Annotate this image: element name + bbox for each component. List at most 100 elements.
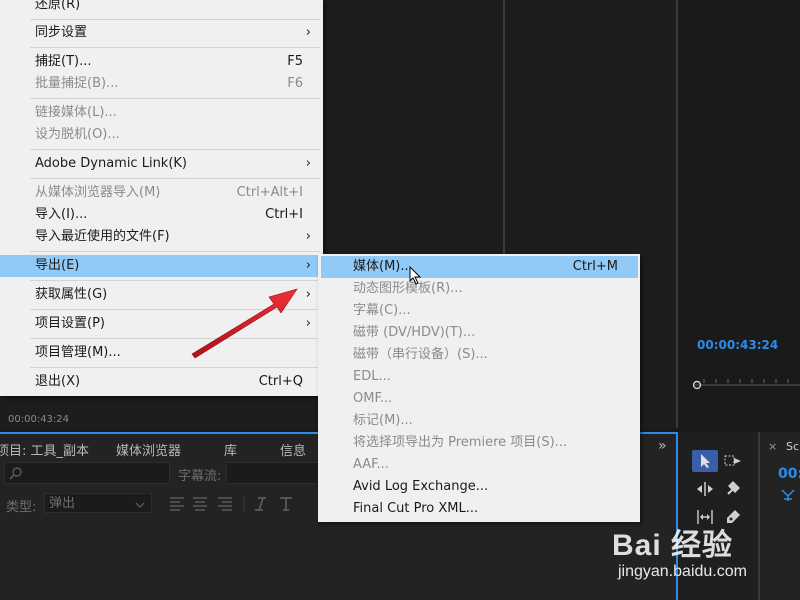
align-center-icon: [193, 497, 207, 511]
chevron-down-icon: [135, 502, 145, 508]
chevron-right-icon: ›: [305, 156, 311, 171]
program-timecode[interactable]: 00:00:43:24: [697, 338, 778, 352]
menu-separator: [30, 338, 320, 339]
menu-item-label: 导入最近使用的文件(F): [35, 229, 170, 244]
menu-item-export[interactable]: 导出(E) ›: [0, 255, 323, 277]
project-search-input[interactable]: [4, 462, 170, 484]
tab-scripts[interactable]: Scr: [786, 440, 800, 453]
menu-item-capture[interactable]: 捕捉(T)... F5: [0, 51, 323, 73]
selection-tool[interactable]: [692, 450, 718, 472]
italic-icon: [255, 497, 266, 511]
menu-separator: [30, 98, 320, 99]
menu-item-label: 设为脱机(O)...: [35, 127, 120, 142]
menu-item-avid-log-exchange[interactable]: Avid Log Exchange...: [318, 476, 636, 498]
menu-item-edl: EDL...: [318, 366, 636, 388]
menu-item-label: 项目管理(M)...: [35, 345, 121, 360]
align-right-icon: [218, 497, 232, 511]
menu-item-export-media[interactable]: 媒体(M)... Ctrl+M: [321, 256, 638, 278]
tab-media-browser[interactable]: 媒体浏览器: [116, 440, 181, 459]
type-select[interactable]: 弹出: [44, 493, 152, 513]
razor-icon: [727, 481, 740, 495]
menu-item-captions: 字幕(C)...: [318, 300, 636, 322]
text-style-icon: [280, 497, 292, 511]
close-icon[interactable]: ×: [768, 440, 777, 453]
menu-separator: [30, 251, 320, 252]
menu-item-shortcut: Ctrl+I: [265, 207, 303, 222]
ripple-edit-tool[interactable]: [692, 478, 718, 500]
menu-item-markers: 标记(M)...: [318, 410, 636, 432]
arrow-pointer-icon: [701, 454, 710, 468]
chevron-right-icon: ›: [305, 229, 311, 244]
menu-item-label: 从媒体浏览器导入(M): [35, 185, 161, 200]
menu-item-label: 导入(I)...: [35, 207, 88, 222]
menu-separator: [30, 149, 320, 150]
menu-item-label: 还原(R): [35, 0, 81, 12]
razor-tool[interactable]: [720, 478, 746, 500]
caption-stream-select[interactable]: [226, 462, 328, 484]
menu-item-label: 磁带 (DV/HDV)(T)...: [353, 325, 476, 340]
menu-item-get-properties[interactable]: 获取属性(G) ›: [0, 284, 323, 306]
menu-item-label: 导出(E): [35, 258, 80, 273]
ripple-edit-icon: [697, 482, 713, 496]
menu-item-label: 将选择项导出为 Premiere 项目(S)...: [353, 435, 568, 450]
menu-item-final-cut-pro-xml[interactable]: Final Cut Pro XML...: [318, 498, 636, 520]
sequence-timecode[interactable]: 00:: [778, 466, 800, 482]
tab-project[interactable]: 项目: 工具_副本: [0, 440, 89, 459]
menu-item-label: 动态图形模板(R)...: [353, 281, 463, 296]
menu-item-project-manager[interactable]: 项目管理(M)...: [0, 342, 323, 364]
panel-overflow-icon[interactable]: »: [658, 438, 667, 454]
menu-separator: [30, 47, 320, 48]
menu-item-project-settings[interactable]: 项目设置(P) ›: [0, 313, 323, 335]
menu-item-label: EDL...: [353, 369, 391, 384]
menu-item-label: 媒体(M)...: [353, 259, 413, 274]
menu-item-label: 标记(M)...: [353, 413, 413, 428]
menu-item-batch-capture: 批量捕捉(B)... F6: [0, 73, 323, 95]
menu-item-label: 捕捉(T)...: [35, 54, 92, 69]
menu-separator: [30, 280, 320, 281]
snap-icon[interactable]: [780, 488, 796, 502]
chevron-right-icon: ›: [305, 287, 311, 302]
tab-libraries[interactable]: 库: [224, 440, 237, 459]
menu-item-import-recent[interactable]: 导入最近使用的文件(F) ›: [0, 226, 323, 248]
tab-info[interactable]: 信息: [280, 440, 306, 459]
chevron-right-icon: ›: [305, 25, 311, 40]
menu-separator: [30, 178, 320, 179]
chevron-right-icon: ›: [305, 316, 311, 331]
program-monitor[interactable]: [678, 0, 800, 432]
menu-item-shortcut: F6: [287, 76, 303, 91]
menu-item-label: 字幕(C)...: [353, 303, 411, 318]
menu-item-label: OMF...: [353, 391, 393, 406]
program-scrubber[interactable]: [690, 378, 800, 392]
menu-item-label: 项目设置(P): [35, 316, 105, 331]
source-panel: × Scr 00:: [758, 432, 800, 600]
menu-item-label: Adobe Dynamic Link(K): [35, 156, 188, 171]
menu-item-link-media: 链接媒体(L)...: [0, 102, 323, 124]
menu-item-make-offline: 设为脱机(O)...: [0, 124, 323, 146]
menu-separator: [30, 367, 320, 368]
menu-item-tape-dv-hdv: 磁带 (DV/HDV)(T)...: [318, 322, 636, 344]
menu-item-label: AAF...: [353, 457, 389, 472]
menu-item-exit[interactable]: 退出(X) Ctrl+Q: [0, 371, 323, 393]
type-label: 类型:: [6, 500, 37, 515]
text-format-toolbar: [170, 496, 292, 512]
menu-item-revert[interactable]: 还原(R): [0, 0, 323, 16]
caption-stream-label: 字幕流:: [178, 469, 222, 484]
source-timecode[interactable]: 00:00:43:24: [8, 414, 69, 425]
export-submenu: 媒体(M)... Ctrl+M 动态图形模板(R)... 字幕(C)... 磁带 …: [318, 254, 640, 522]
align-left-icon: [170, 497, 184, 511]
menu-item-motion-graphics-template: 动态图形模板(R)...: [318, 278, 636, 300]
track-select-tool[interactable]: [720, 450, 746, 472]
menu-item-tape-serial: 磁带（串行设备）(S)...: [318, 344, 636, 366]
menu-item-shortcut: Ctrl+Q: [258, 374, 303, 389]
menu-item-sync-settings[interactable]: 同步设置 ›: [0, 22, 323, 44]
menu-item-label: 同步设置: [35, 25, 88, 40]
search-icon: [9, 467, 22, 480]
menu-item-label: 链接媒体(L)...: [35, 105, 117, 120]
watermark-url: jingyan.baidu.com: [618, 563, 747, 580]
menu-item-label: 批量捕捉(B)...: [35, 76, 119, 91]
menu-item-import[interactable]: 导入(I)... Ctrl+I: [0, 204, 323, 226]
menu-separator: [30, 19, 320, 20]
menu-item-shortcut: F5: [287, 54, 303, 69]
menu-item-dynamic-link[interactable]: Adobe Dynamic Link(K) ›: [0, 153, 323, 175]
chevron-right-icon: ›: [305, 258, 311, 273]
